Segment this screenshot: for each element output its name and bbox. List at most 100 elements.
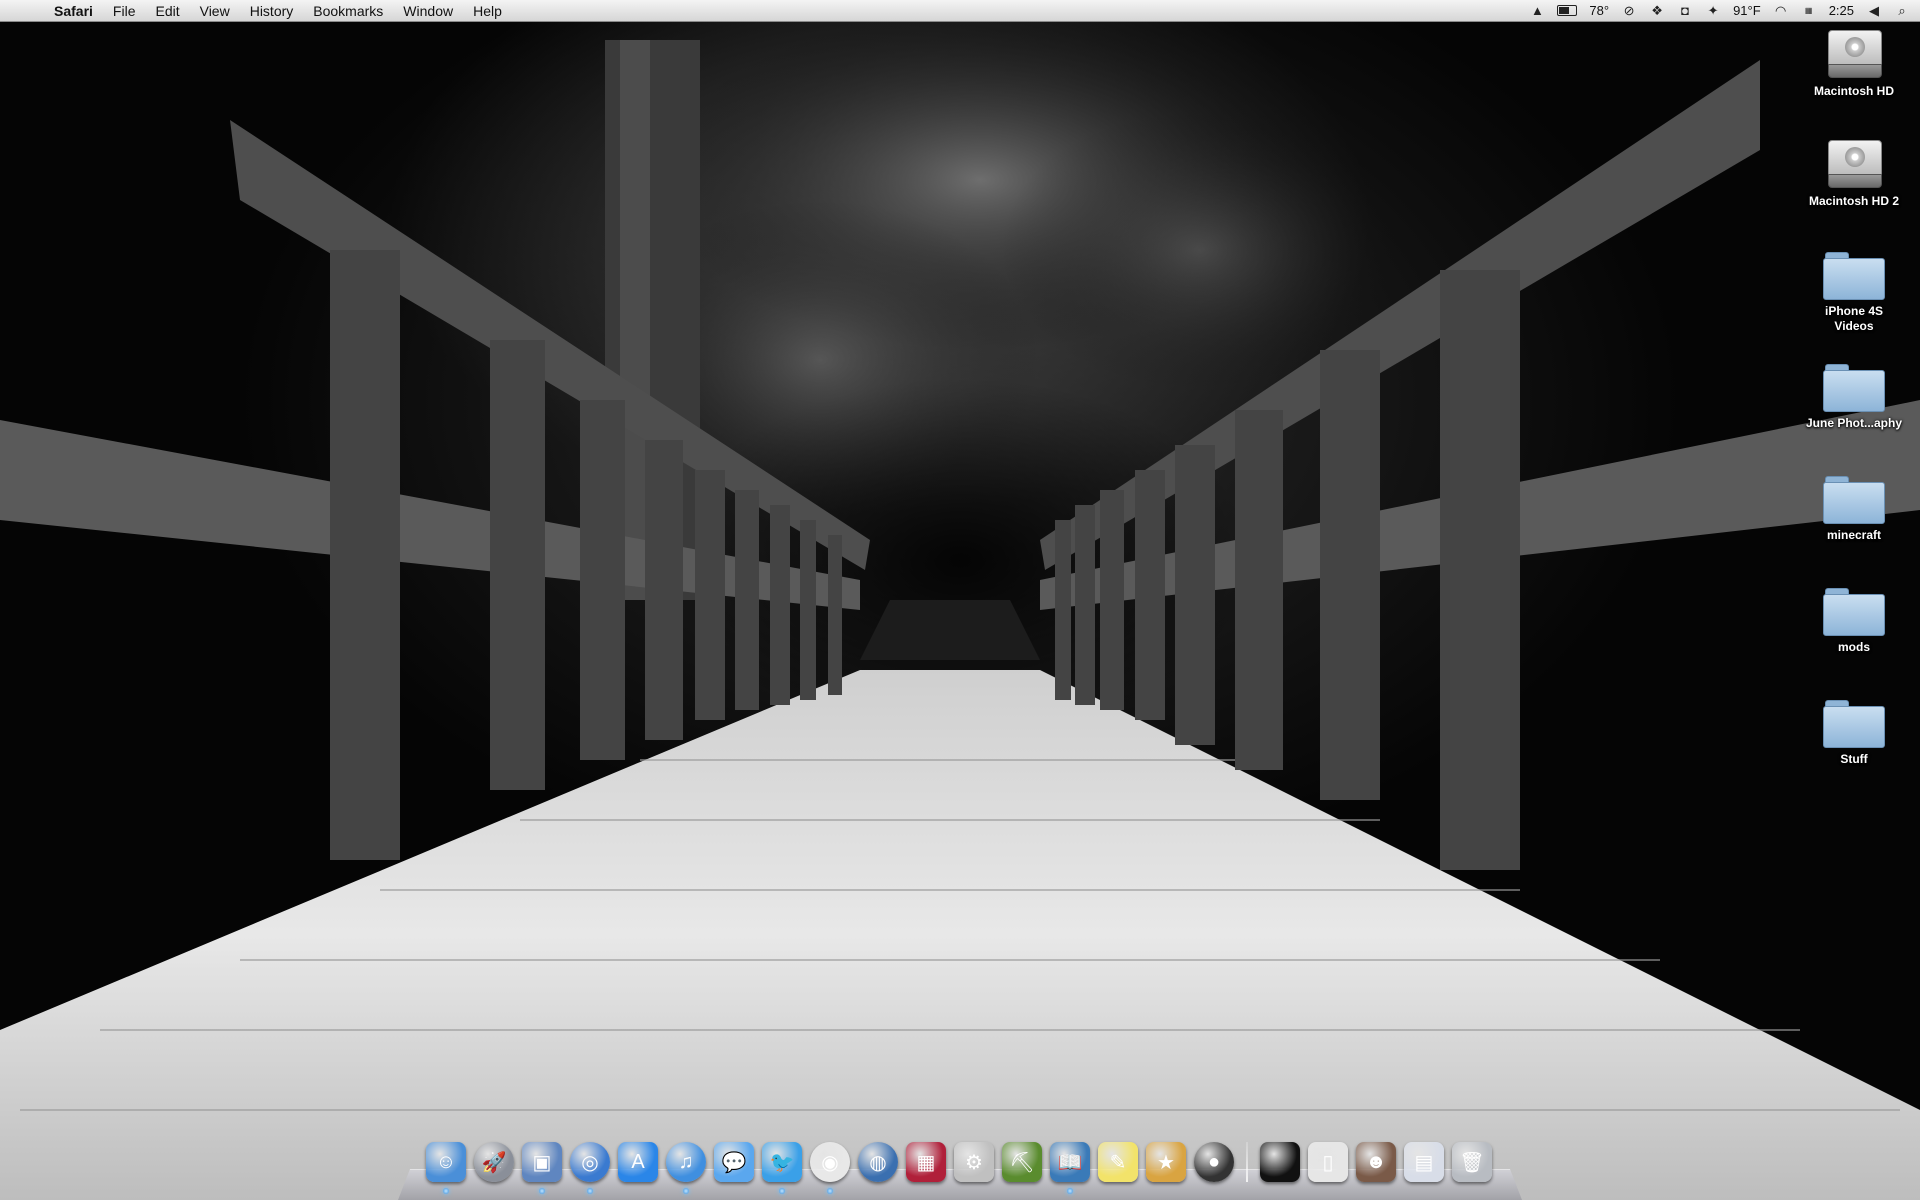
hard-drive-icon xyxy=(1826,138,1882,190)
wifi-icon[interactable]: ◠ xyxy=(1773,3,1789,18)
minecraft-icon: ⛏ xyxy=(1002,1142,1042,1182)
finder-icon: ☺ xyxy=(426,1142,466,1182)
package-icon: ★ xyxy=(1146,1142,1186,1182)
equalizer-icon: ▦ xyxy=(906,1142,946,1182)
messages-icon: 💬 xyxy=(714,1142,754,1182)
spotlight-icon[interactable]: ⌕ xyxy=(1894,3,1910,18)
menu-edit[interactable]: Edit xyxy=(145,0,189,22)
automator-icon: ⚙ xyxy=(954,1142,994,1182)
menu-app-name[interactable]: Safari xyxy=(52,0,103,22)
evernote-icon[interactable]: ✦ xyxy=(1705,3,1721,18)
dock-twitter[interactable]: 🐦 xyxy=(758,1138,806,1194)
menu-history[interactable]: History xyxy=(240,0,304,22)
safari-icon: ◎ xyxy=(570,1142,610,1182)
weather-readout[interactable]: 91°F xyxy=(1733,3,1761,18)
desktop-icon-minecraft[interactable]: minecraft xyxy=(1804,474,1904,584)
trash-icon: 🗑 xyxy=(1452,1142,1492,1182)
running-indicator xyxy=(827,1188,833,1194)
dropbox-icon[interactable]: ❖ xyxy=(1649,3,1665,18)
dock-photo-booth[interactable]: ● xyxy=(1190,1138,1238,1186)
menu-help[interactable]: Help xyxy=(463,0,512,22)
folder-icon xyxy=(1823,698,1885,748)
menu-bar: Safari File Edit View History Bookmarks … xyxy=(0,0,1920,22)
running-indicator xyxy=(443,1188,449,1194)
desktop-icon-macintosh-hd[interactable]: Macintosh HD xyxy=(1804,28,1904,138)
battery-icon[interactable] xyxy=(1557,5,1578,16)
network-globe-icon: ◍ xyxy=(858,1142,898,1182)
folder-icon xyxy=(1823,250,1885,300)
stickies-icon: ✎ xyxy=(1098,1142,1138,1182)
twitter-icon: 🐦 xyxy=(762,1142,802,1182)
app-store-icon: A xyxy=(618,1142,658,1182)
dock-launchpad[interactable]: 🚀 xyxy=(470,1138,518,1186)
status-menus: ▲ 78° ⊘ ❖ ◘ ✦ 91°F ◠ ▦ 2:25 ◀ ⌕ xyxy=(1529,3,1920,18)
dock-stickies[interactable]: ✎ xyxy=(1094,1138,1142,1186)
dock-trash[interactable]: 🗑 xyxy=(1448,1138,1496,1186)
dock-finder[interactable]: ☺ xyxy=(422,1138,470,1194)
running-indicator xyxy=(1067,1188,1073,1194)
menu-view[interactable]: View xyxy=(190,0,240,22)
dictionary-icon: 📖 xyxy=(1050,1142,1090,1182)
dock-separator[interactable] xyxy=(1246,1142,1248,1182)
desktop-icon-june-photography[interactable]: June Phot...aphy xyxy=(1804,362,1904,472)
itunes-icon: ♫ xyxy=(666,1142,706,1182)
google-drive-icon[interactable]: ▲ xyxy=(1529,3,1545,18)
desktop-icon-mods[interactable]: mods xyxy=(1804,586,1904,696)
volume-icon[interactable]: ◀ xyxy=(1866,3,1882,18)
dock-dictionary[interactable]: 📖 xyxy=(1046,1138,1094,1194)
folder-icon xyxy=(1823,586,1885,636)
desktop-icon-label: Macintosh HD xyxy=(1813,84,1894,98)
dock-items: ☺ 🚀 ▣ ◎ A ♫ 💬 🐦 ◉ ◍ ▦ ⚙ ⛏ 📖 ✎ ★ ● ▯ ☻ ▤ 🗑 xyxy=(422,1138,1496,1194)
dock-chrome[interactable]: ◉ xyxy=(806,1138,854,1194)
running-indicator xyxy=(539,1188,545,1194)
temperature-readout[interactable]: 78° xyxy=(1589,3,1609,18)
preview-icon: ▣ xyxy=(522,1142,562,1182)
dock-package[interactable]: ★ xyxy=(1142,1138,1190,1186)
hard-drive-icon xyxy=(1826,28,1882,80)
photo-stack-icon: ☻ xyxy=(1356,1142,1396,1182)
dock-messages[interactable]: 💬 xyxy=(710,1138,758,1186)
dock-network-globe[interactable]: ◍ xyxy=(854,1138,902,1186)
running-indicator xyxy=(779,1188,785,1194)
dock-equalizer[interactable]: ▦ xyxy=(902,1138,950,1186)
photo-booth-icon: ● xyxy=(1194,1142,1234,1182)
dock-safari[interactable]: ◎ xyxy=(566,1138,614,1194)
dock: ☺ 🚀 ▣ ◎ A ♫ 💬 🐦 ◉ ◍ ▦ ⚙ ⛏ 📖 ✎ ★ ● ▯ ☻ ▤ 🗑 xyxy=(398,1134,1522,1200)
desktop-icon-label: iPhone 4S Videos xyxy=(1824,304,1883,333)
dock-apple-stack[interactable] xyxy=(1256,1138,1304,1186)
apple-stack-icon xyxy=(1260,1142,1300,1182)
desktop-icon-label: minecraft xyxy=(1826,528,1882,542)
dock-itunes[interactable]: ♫ xyxy=(662,1138,710,1194)
menu-window[interactable]: Window xyxy=(393,0,463,22)
desktop-icon-label: Macintosh HD 2 xyxy=(1808,194,1899,208)
dock-documents-stack[interactable]: ▤ xyxy=(1400,1138,1448,1186)
dock-photo-stack[interactable]: ☻ xyxy=(1352,1138,1400,1186)
desktop-icon-iphone-4s-videos[interactable]: iPhone 4S Videos xyxy=(1804,250,1904,360)
launchpad-icon: 🚀 xyxy=(474,1142,514,1182)
desktop-wallpaper xyxy=(0,0,1920,1200)
desktop-icon-stuff[interactable]: Stuff xyxy=(1804,698,1904,808)
chrome-icon: ◉ xyxy=(810,1142,850,1182)
desktop-icon-label: mods xyxy=(1837,640,1870,654)
dock-app-store[interactable]: A xyxy=(614,1138,662,1186)
iphone-stack-icon: ▯ xyxy=(1308,1142,1348,1182)
clock[interactable]: 2:25 xyxy=(1829,3,1854,18)
date-icon[interactable]: ▦ xyxy=(1801,4,1817,18)
sync-icon[interactable]: ⊘ xyxy=(1621,3,1637,18)
dock-minecraft[interactable]: ⛏ xyxy=(998,1138,1046,1186)
menu-bookmarks[interactable]: Bookmarks xyxy=(303,0,393,22)
dock-automator[interactable]: ⚙ xyxy=(950,1138,998,1186)
dock-iphone-stack[interactable]: ▯ xyxy=(1304,1138,1352,1186)
documents-stack-icon: ▤ xyxy=(1404,1142,1444,1182)
desktop-icon-macintosh-hd-2[interactable]: Macintosh HD 2 xyxy=(1804,138,1904,248)
desktop-icons: Macintosh HD Macintosh HD 2 iPhone 4S Vi… xyxy=(1804,28,1904,808)
desktop-icon-label: June Phot...aphy xyxy=(1805,416,1902,430)
running-indicator xyxy=(587,1188,593,1194)
dock-preview[interactable]: ▣ xyxy=(518,1138,566,1194)
desktop-icon-label: Stuff xyxy=(1840,752,1868,766)
menu-file[interactable]: File xyxy=(103,0,146,22)
screenshot-icon[interactable]: ◘ xyxy=(1677,3,1693,18)
bridge-wallpaper-image xyxy=(0,10,1920,1200)
folder-icon xyxy=(1823,474,1885,524)
folder-icon xyxy=(1823,362,1885,412)
